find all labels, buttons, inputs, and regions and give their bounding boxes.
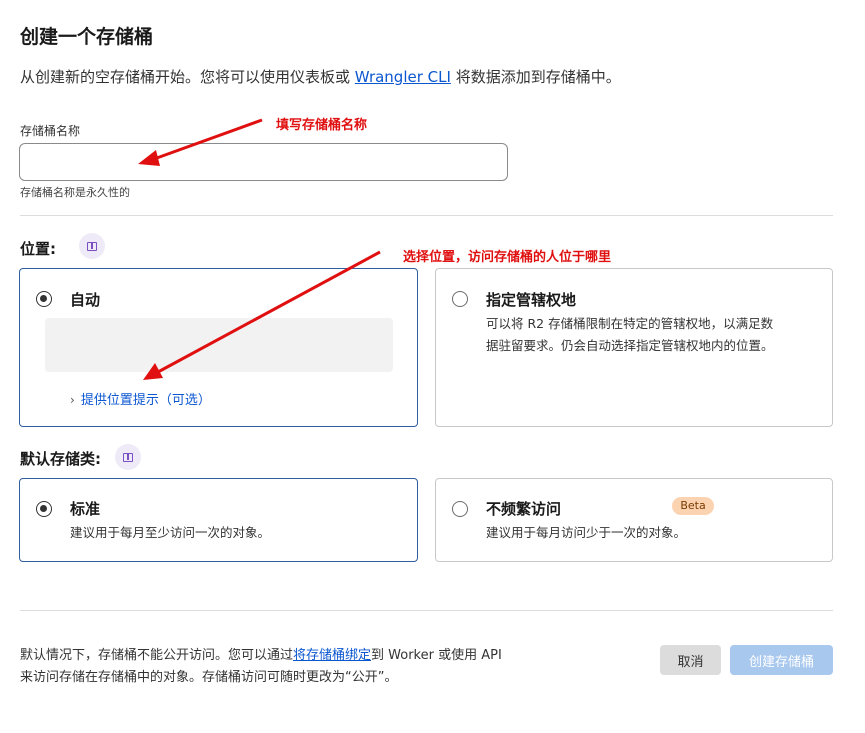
storage-class-option-infrequent[interactable]: 不频繁访问 Beta 建议用于每月访问少于一次的对象。 <box>435 478 833 562</box>
book-icon <box>123 452 133 462</box>
storage-standard-radio[interactable] <box>36 501 52 517</box>
chevron-right-icon: › <box>70 393 75 407</box>
bucket-name-label: 存储桶名称 <box>20 124 81 138</box>
storage-infrequent-title: 不频繁访问 <box>486 500 562 518</box>
footer-access-note: 默认情况下，存储桶不能公开访问。您可以通过将存储桶绑定到 Worker 或使用 … <box>20 645 502 689</box>
storage-class-docs-icon[interactable] <box>115 444 141 470</box>
divider <box>20 215 833 216</box>
divider <box>20 610 833 611</box>
footer-text-suffix: 到 Worker 或使用 API <box>371 648 502 663</box>
location-automatic-radio[interactable] <box>36 291 52 307</box>
location-jurisdiction-description-line2: 据驻留要求。仍会自动选择指定管辖权地内的位置。 <box>486 338 774 353</box>
footer-text-line2: 来访问存储在存储桶中的对象。存储桶访问可随时更改为“公开”。 <box>20 670 398 685</box>
wrangler-cli-link[interactable]: Wrangler CLI <box>355 68 451 86</box>
intro-text: 从创建新的空存储桶开始。您将可以使用仪表板或 Wrangler CLI 将数据添… <box>20 66 621 87</box>
page-title: 创建一个存储桶 <box>20 26 154 48</box>
footer-text-prefix: 默认情况下，存储桶不能公开访问。您可以通过 <box>20 648 294 663</box>
annotation-location-note: 选择位置，访问存储桶的人位于哪里 <box>403 250 612 265</box>
location-option-automatic[interactable]: 自动 › 提供位置提示（可选） <box>19 268 418 427</box>
location-hint-label: 提供位置提示（可选） <box>80 393 211 408</box>
storage-standard-title: 标准 <box>70 500 101 518</box>
location-jurisdiction-radio[interactable] <box>452 291 468 307</box>
bucket-name-hint: 存储桶名称是永久性的 <box>20 186 130 199</box>
book-icon <box>87 241 97 251</box>
storage-infrequent-description: 建议用于每月访问少于一次的对象。 <box>486 525 687 540</box>
location-docs-icon[interactable] <box>79 233 105 259</box>
location-jurisdiction-description: 可以将 R2 存储桶限制在特定的管辖权地，以满足数 据驻留要求。仍会自动选择指定… <box>486 313 774 357</box>
location-jurisdiction-description-line1: 可以将 R2 存储桶限制在特定的管辖权地，以满足数 <box>486 316 774 331</box>
cancel-button[interactable]: 取消 <box>660 645 721 675</box>
storage-class-option-standard[interactable]: 标准 建议用于每月至少访问一次的对象。 <box>19 478 418 562</box>
create-bucket-button[interactable]: 创建存储桶 <box>730 645 833 675</box>
storage-infrequent-radio[interactable] <box>452 501 468 517</box>
location-automatic-placeholder <box>45 318 393 372</box>
location-jurisdiction-title: 指定管辖权地 <box>486 291 577 309</box>
location-title: 位置: <box>20 240 56 258</box>
storage-class-title: 默认存储类: <box>20 450 101 468</box>
intro-suffix: 将数据添加到存储桶中。 <box>450 68 621 86</box>
beta-badge: Beta <box>672 497 714 515</box>
location-hint-toggle[interactable]: › 提供位置提示（可选） <box>70 389 211 408</box>
storage-standard-description: 建议用于每月至少访问一次的对象。 <box>70 525 271 540</box>
bucket-name-input[interactable] <box>19 143 508 181</box>
location-option-jurisdiction[interactable]: 指定管辖权地 可以将 R2 存储桶限制在特定的管辖权地，以满足数 据驻留要求。仍… <box>435 268 833 427</box>
bind-bucket-link[interactable]: 将存储桶绑定 <box>293 648 371 663</box>
intro-prefix: 从创建新的空存储桶开始。您将可以使用仪表板或 <box>20 68 355 86</box>
location-automatic-title: 自动 <box>70 291 101 309</box>
annotation-name-note: 填写存储桶名称 <box>276 118 368 133</box>
